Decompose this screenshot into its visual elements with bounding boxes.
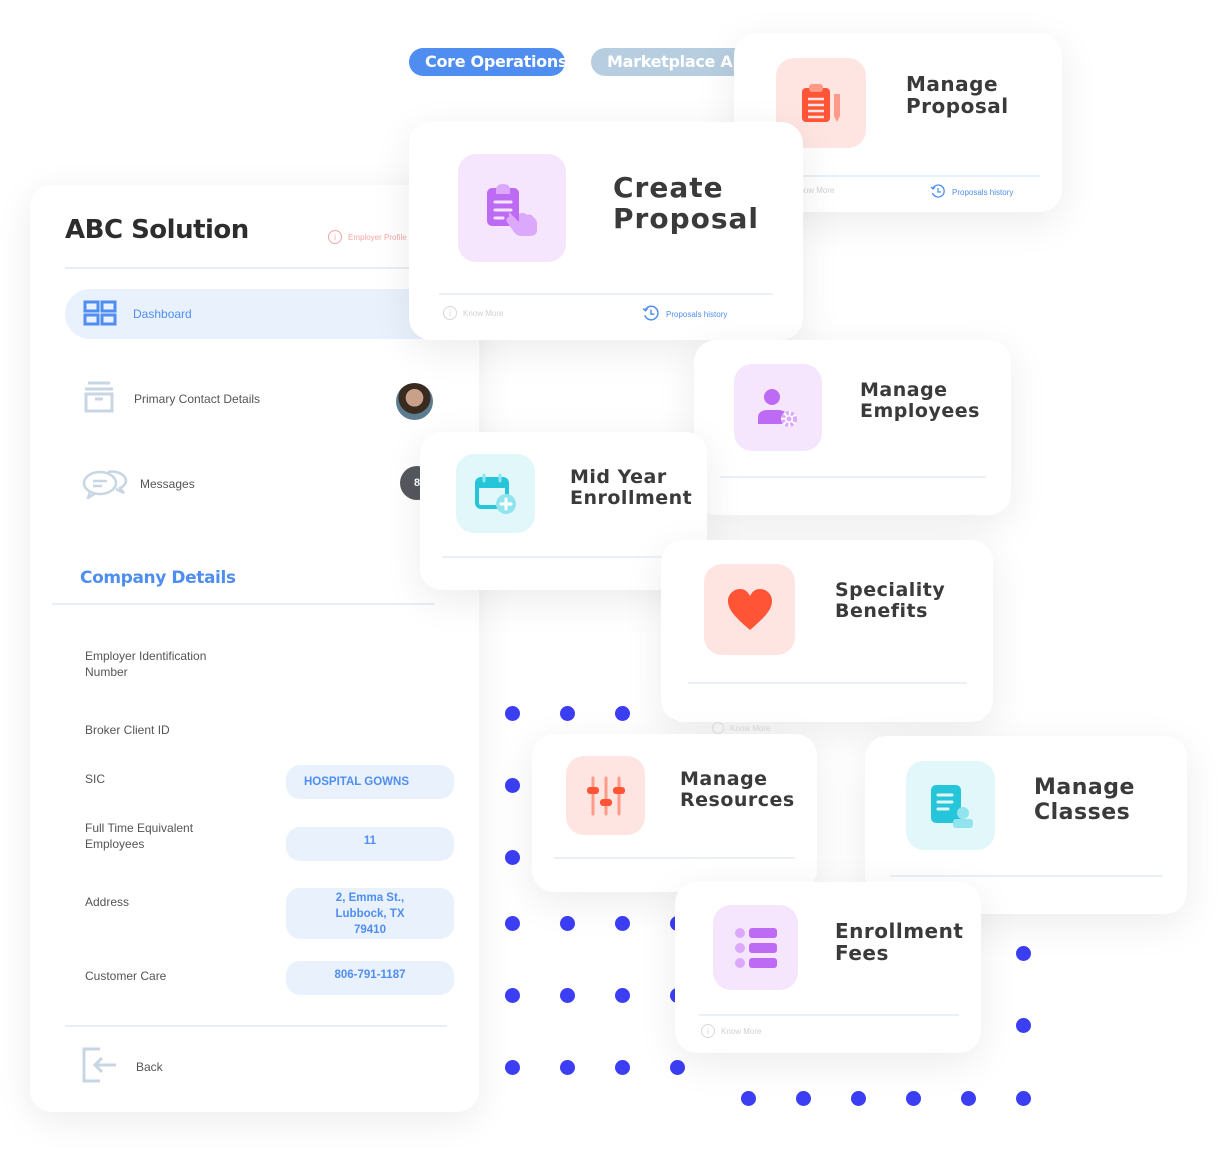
decorative-dot [560, 1060, 575, 1075]
customer-care-value: 806-791-1187 [286, 961, 454, 995]
decorative-dot [961, 1091, 976, 1106]
decorative-dot [615, 1060, 630, 1075]
company-details-heading: Company Details [80, 568, 236, 588]
divider [890, 875, 1163, 877]
page-title: ABC Solution [65, 215, 249, 245]
history-label: Proposals history [666, 309, 728, 319]
user-gear-icon [734, 364, 822, 451]
know-more-label: Know More [730, 723, 771, 733]
sic-value: HOSPITAL GOWNS [286, 765, 454, 799]
employer-profile-label: Employer Profile [348, 232, 407, 242]
decorative-dot [1016, 1091, 1031, 1106]
decorative-dot [505, 850, 520, 865]
know-more-label: Know More [721, 1026, 762, 1036]
divider [774, 175, 1040, 177]
card-create-proposal[interactable]: Create Proposal i Know More Proposals hist… [409, 122, 803, 340]
sidebar-item-dashboard[interactable]: Dashboard [65, 289, 465, 339]
card-manage-employees[interactable]: Manage Employees [694, 340, 1011, 515]
card-title: Enrollment Fees [835, 919, 964, 966]
sidebar-item-label: Primary Contact Details [134, 391, 261, 406]
decorative-dot [615, 706, 630, 721]
field-label-fte: Full Time Equivalent Employees [85, 821, 194, 851]
employer-profile-link[interactable]: i Employer Profile [328, 230, 407, 244]
back-button[interactable]: Back [82, 1047, 163, 1086]
decorative-dot [560, 916, 575, 931]
fte-value: 11 [286, 827, 454, 861]
know-more-link[interactable]: i Know More [443, 306, 503, 320]
history-icon [930, 183, 946, 201]
decorative-dot [1016, 1018, 1031, 1033]
address-value: 2, Emma St., Lubbock, TX 79410 [286, 888, 454, 939]
decorative-dot [670, 1060, 685, 1075]
field-label-sic: SIC [85, 772, 106, 786]
decorative-dot [796, 1091, 811, 1106]
divider [439, 293, 773, 295]
decorative-dot [505, 778, 520, 793]
decorative-dot [505, 1060, 520, 1075]
sidebar-item-primary-contact[interactable]: Primary Contact Details [82, 381, 260, 416]
field-label-customer-care: Customer Care [85, 969, 167, 983]
tab-core-operations[interactable]: Core Operations [409, 48, 565, 76]
card-title: Speciality Benefits [835, 579, 946, 623]
divider [442, 556, 687, 558]
decorative-dot [505, 706, 520, 721]
heart-icon [704, 564, 795, 655]
history-label: Proposals history [952, 187, 1014, 197]
list-icon [713, 905, 798, 990]
proposals-history-link[interactable]: Proposals history [930, 183, 1013, 201]
sidebar-item-label: Dashboard [133, 307, 192, 321]
tab-marketplace-apps[interactable]: Marketplace Apps [591, 48, 751, 76]
know-more-link[interactable]: i Know More [701, 1024, 761, 1038]
chat-bubbles-icon [82, 465, 128, 502]
proposals-history-link[interactable]: Proposals history [642, 304, 727, 324]
document-user-icon [906, 761, 995, 850]
clipboard-hand-icon [458, 154, 566, 262]
decorative-dot [851, 1091, 866, 1106]
decorative-dot [615, 988, 630, 1003]
info-icon: i [701, 1024, 715, 1038]
divider [720, 476, 986, 478]
card-speciality-benefits[interactable]: Speciality Benefits [661, 540, 993, 722]
know-more-label: Know More [463, 308, 504, 318]
decorative-dot [906, 1091, 921, 1106]
card-title: Manage Classes [1034, 775, 1135, 825]
field-label-address: Address [85, 895, 130, 909]
sliders-icon [566, 756, 645, 835]
sidebar-item-messages[interactable]: Messages [82, 465, 195, 502]
divider [52, 603, 434, 605]
info-icon: i [328, 230, 342, 244]
calendar-plus-icon [456, 454, 535, 533]
decorative-dot [505, 988, 520, 1003]
dashboard-grid-icon [83, 300, 117, 329]
decorative-dot [505, 916, 520, 931]
info-icon: i [443, 306, 457, 320]
card-enrollment-fees[interactable]: Enrollment Fees i Know More [675, 882, 981, 1053]
divider [699, 1014, 959, 1016]
avatar[interactable] [396, 383, 433, 420]
know-more-link[interactable]: Know More [712, 722, 770, 734]
card-title: Manage Employees [860, 379, 980, 423]
info-icon [712, 722, 724, 734]
decorative-dot [1016, 946, 1031, 961]
card-title: Mid Year Enrollment [570, 466, 693, 510]
card-manage-resources[interactable]: Manage Resources [532, 734, 817, 892]
history-icon [642, 304, 660, 324]
divider [554, 857, 795, 859]
decorative-dot [560, 988, 575, 1003]
card-title: Create Proposal [613, 171, 760, 236]
divider [688, 682, 967, 684]
field-label-broker-client-id: Broker Client ID [85, 723, 170, 737]
decorative-dot [741, 1091, 756, 1106]
decorative-dot [560, 706, 575, 721]
archive-box-icon [82, 381, 116, 416]
decorative-dot [615, 916, 630, 931]
back-label: Back [136, 1059, 163, 1074]
divider [65, 1025, 447, 1027]
field-label-ein: Employer Identification Number [85, 649, 207, 679]
card-title: Manage Resources [680, 768, 795, 812]
exit-arrow-icon [82, 1047, 118, 1086]
divider [65, 267, 445, 269]
card-title: Manage Proposal [906, 72, 1009, 119]
sidebar-item-label: Messages [140, 476, 195, 491]
